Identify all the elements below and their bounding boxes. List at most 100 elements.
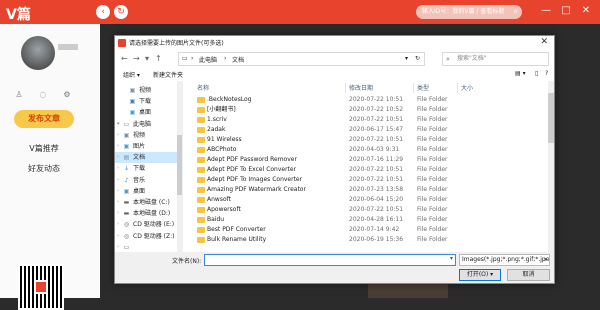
chevron-down-icon[interactable]: ▾ [450,255,453,262]
help-icon[interactable]: ? [545,70,548,77]
chevron-down-icon[interactable]: ▾ [490,271,493,278]
nav-item[interactable]: › ▬ 本地磁盘 (C:) [115,197,182,208]
expand-chevron-icon[interactable]: › [117,219,119,230]
nav-scrollbar-thumb[interactable] [177,135,182,195]
nav-item[interactable]: ▣ 桌面 [115,107,182,118]
nav-item-label: 视频 [139,87,152,94]
sidebar: ♙ ◌ ⚙ 发布文章 V篇推荐 好友动态 [0,24,100,310]
publish-article-button[interactable]: 发布文章 [14,110,74,128]
file-row[interactable]: Bulk Rename Utility 2020-06-19 15:36 File … [197,235,547,245]
address-bar[interactable]: ▭ › 此电脑 › 文档 ▾ ↻ [178,52,425,66]
file-row[interactable]: 2adak 2020-06-17 15:47 File Folder [197,125,547,135]
file-row[interactable]: Best PDF Converter 2020-07-14 9:42 File Fo… [197,225,547,235]
column-header-name[interactable]: 名称 [197,83,209,92]
filename-input[interactable]: ▾ [204,254,456,266]
nav-item[interactable]: › ▣ 视频 [115,130,182,141]
refresh-button[interactable]: ↻ [114,5,128,19]
nav-item[interactable]: ▣ 视频 [115,85,182,96]
breadcrumb-documents[interactable]: 文档 [232,55,244,64]
new-folder-button[interactable]: 新建文件夹 [153,70,183,79]
expand-chevron-icon[interactable]: › [117,186,119,197]
nav-item[interactable]: ▾ ▭ 此电脑 [115,119,182,130]
file-row[interactable]: [小翻翻书] 2020-07-22 10:52 File Folder [197,105,547,115]
file-name: 1.scriv [207,116,227,123]
expand-chevron-icon[interactable]: ▾ [117,119,120,130]
file-date: 2020-07-14 9:42 [349,226,400,233]
folder-icon: ◎ [123,232,130,240]
close-button[interactable]: ✕ [580,4,592,18]
file-type: File Folder [417,236,448,243]
expand-chevron-icon[interactable]: › [117,231,119,242]
avatar[interactable] [21,36,55,70]
nav-recommend[interactable]: V篇推荐 [0,143,88,154]
expand-chevron-icon[interactable]: › [117,197,119,208]
file-list-scrollbar[interactable] [548,81,554,253]
file-row[interactable]: Apowersoft 2020-07-22 10:51 File Folder [197,205,547,215]
expand-chevron-icon[interactable]: › [117,175,119,186]
qr-logo-icon [34,280,48,294]
expand-chevron-icon[interactable]: › [117,130,119,141]
maximize-button[interactable]: □ [560,4,572,18]
cancel-button[interactable]: 取消 [507,269,550,281]
nav-item[interactable]: › ▤ 文档 [115,152,182,164]
file-row[interactable]: Amazing PDF Watermark Creator 2020-07-23 … [197,185,547,195]
forward-arrow-icon[interactable]: → [133,54,140,63]
nav-item[interactable]: ▣ 下载 [115,96,182,107]
recent-dropdown-icon[interactable]: ▾ [145,54,149,63]
nav-item[interactable]: › ◎ CD 驱动器 (Z:) [115,231,182,242]
user-icon[interactable]: ♙ [14,90,24,100]
file-row[interactable]: 1.scriv 2020-07-22 10:51 File Folder [197,115,547,125]
view-options-icon[interactable]: ▤ ▾ [515,70,526,77]
folder-search-input[interactable]: ⌕ 搜索"文档" [442,52,549,66]
file-row[interactable]: Anwsoft 2020-06-04 15:20 File Folder [197,195,547,205]
back-arrow-icon[interactable]: ← [121,54,128,63]
nav-item[interactable]: › ▣ 图片 [115,141,182,152]
address-dropdown-icon[interactable]: ▾ [405,55,408,62]
nav-item[interactable]: › ◎ CD 驱动器 (E:) [115,219,182,230]
chat-icon[interactable]: ◌ [38,90,48,100]
column-header-size[interactable]: 大小 [461,83,473,92]
chevron-down-icon[interactable]: ▾ [544,255,547,265]
file-row[interactable]: ABCPhoto 2020-04-03 9:31 File Folder [197,145,547,155]
organize-menu[interactable]: 组织 ▾ [123,70,140,79]
expand-chevron-icon[interactable]: › [117,163,119,174]
nav-item[interactable]: › ♪ 音乐 [115,175,182,186]
folder-icon: ↓ [123,165,130,173]
minimize-button[interactable]: — [540,4,552,18]
refresh-icon[interactable]: ↻ [415,55,420,62]
breadcrumb-this-pc[interactable]: 此电脑 [199,55,217,64]
back-button[interactable]: ‹ [96,5,110,19]
settings-icon[interactable]: ⚙ [62,90,72,100]
up-arrow-icon[interactable]: ↑ [155,54,162,63]
file-row[interactable]: Adept PDF To Images Converter 2020-07-22 … [197,175,547,185]
file-row[interactable]: Adept PDF Password Remover 2020-07-16 11:… [197,155,547,165]
column-header-type[interactable]: 类型 [417,83,429,92]
file-row[interactable]: Baidu 2020-04-28 16:11 File Folder [197,215,547,225]
column-divider[interactable] [345,83,346,93]
file-list-scrollbar-thumb[interactable] [548,93,554,143]
nav-item-label: 视频 [133,131,146,139]
nav-scrollbar[interactable] [177,81,182,253]
column-divider[interactable] [413,83,414,93]
preview-pane-icon[interactable]: ▯ [535,70,538,77]
nav-item[interactable]: › ↓ 下载 [115,163,182,174]
expand-chevron-icon[interactable]: › [117,152,119,163]
expand-chevron-icon[interactable]: › [117,208,119,219]
folder-icon: ▣ [123,131,130,139]
dialog-close-icon[interactable]: ✕ [540,37,548,47]
open-button[interactable]: 打开(O) ▾ [459,269,501,281]
nav-friends-feed[interactable]: 好友动态 [0,163,88,174]
file-row[interactable]: 91 Wireless 2020-07-22 10:51 File Folder [197,135,547,145]
file-date: 2020-06-04 15:20 [349,196,404,203]
column-divider[interactable] [457,83,458,93]
folder-icon [197,147,205,153]
file-row[interactable]: .BeckNotesLog 2020-07-22 10:51 File Folder [197,95,547,105]
nav-item[interactable]: › ▬ 本地磁盘 (D:) [115,208,182,219]
search-input[interactable]: 输入ID号：我的V篇 / 查看标题 ⌕ [416,5,522,19]
file-type-select[interactable]: Images(*.jpg;*.png;*.gif;*.jpe ▾ [459,254,550,266]
nav-item-label: 下载 [139,98,152,106]
expand-chevron-icon[interactable]: › [117,141,119,152]
file-row[interactable]: Adept PDF To Excel Converter 2020-07-22 1… [197,165,547,175]
nav-item[interactable]: › ▣ 桌面 [115,186,182,197]
column-header-date[interactable]: 修改日期 [349,83,373,92]
